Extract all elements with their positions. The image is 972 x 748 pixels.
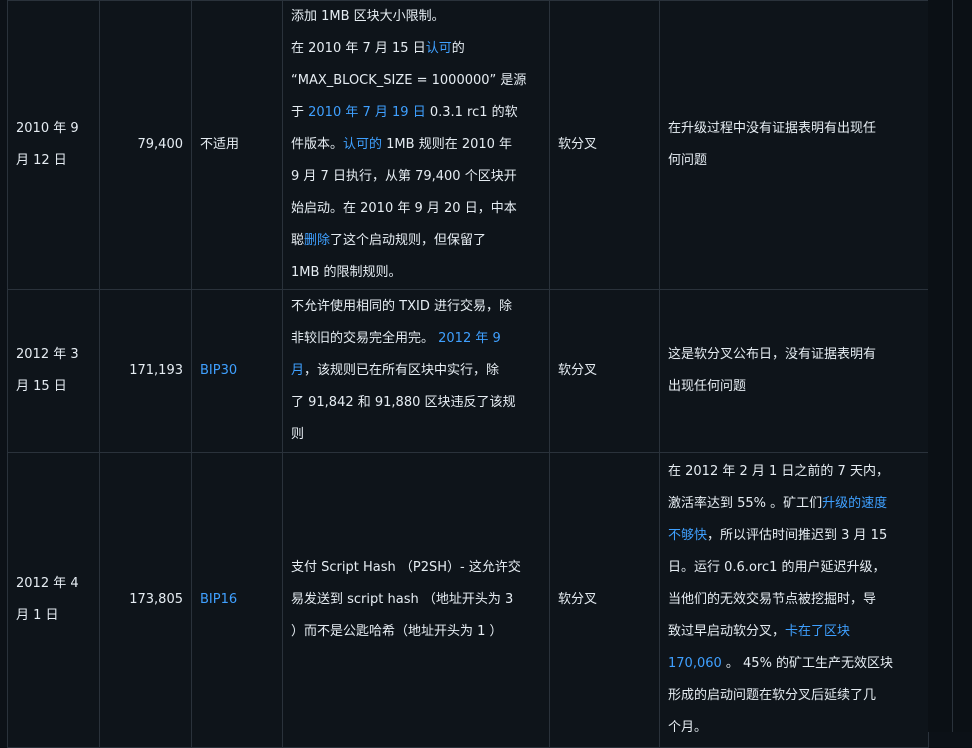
desc-line: 1MB 的限制规则。	[291, 265, 402, 280]
date-line: 2010 年 9	[16, 121, 79, 136]
date-cell: 2010 年 9 月 12 日	[7, 0, 100, 290]
notes-line: 个月。	[668, 720, 708, 735]
notes-line: 不够快，所以评估时间推迟到 3 月 15	[668, 520, 920, 552]
block-height-cell: 171,193	[99, 289, 192, 453]
upgrade-speed-link[interactable]: 升级的速度	[822, 496, 887, 511]
notes-line: 出现任何问题	[668, 379, 747, 394]
notes-line: 致过早启动软分叉，卡在了区块	[668, 616, 920, 648]
date-link[interactable]: 2012 年 9	[438, 331, 501, 346]
description-cell: 添加 1MB 区块大小限制。 在 2010 年 7 月 15 日认可的 “MAX…	[282, 0, 550, 290]
fork-type-cell: 软分叉	[549, 0, 660, 290]
block-height-cell: 79,400	[99, 0, 192, 290]
desc-line: 月，该规则已在所有区块中实行，除	[291, 355, 541, 387]
description-cell: 支付 Script Hash （P2SH）- 这允许交 易发送到 script …	[282, 452, 550, 748]
desc-line: 非较旧的交易完全用完。 2012 年 9	[291, 323, 541, 355]
table-row: 2010 年 9 月 12 日 79,400 不适用 添加 1MB 区块大小限制…	[7, 0, 929, 290]
desc-text: 非较旧的交易完全用完。	[291, 331, 439, 346]
desc-line: 了 91,842 和 91,880 区块违反了该规	[291, 395, 516, 410]
upgrade-speed-link[interactable]: 不够快	[668, 528, 707, 543]
date-line: 2012 年 3	[16, 347, 79, 362]
notes-text: ，所以评估时间推迟到 3 月 15	[707, 528, 888, 543]
block-height-cell: 173,805	[99, 452, 192, 748]
desc-line: “MAX_BLOCK_SIZE = 1000000” 是源	[291, 73, 527, 88]
notes-line: 激活率达到 55% 。矿工们升级的速度	[668, 488, 920, 520]
approved-link[interactable]: 认可	[426, 41, 452, 56]
notes-text: 激活率达到 55% 。矿工们	[668, 496, 823, 511]
desc-text: 在 2010 年 7 月 15 日	[291, 41, 426, 56]
notes-line: 日。运行 0.6.orc1 的用户延迟升级，	[668, 560, 886, 575]
desc-text: 的	[451, 41, 465, 56]
bip30-link[interactable]: BIP30	[200, 363, 237, 378]
notes-line: 170,060 。 45% 的矿工生产无效区块	[668, 648, 920, 680]
notes-line: 何问题	[668, 153, 708, 168]
table-row: 2012 年 4 月 1 日 173,805 BIP16 支付 Script H…	[7, 452, 929, 748]
date-line: 月 12 日	[16, 153, 67, 168]
notes-cell: 在 2012 年 2 月 1 日之前的 7 天内， 激活率达到 55% 。矿工们…	[659, 452, 929, 748]
notes-text: 致过早启动软分叉，	[668, 624, 786, 639]
date-cell: 2012 年 4 月 1 日	[7, 452, 100, 748]
scroll-divider	[952, 0, 953, 732]
date-link[interactable]: 月	[291, 363, 304, 378]
date-line: 月 1 日	[16, 608, 59, 623]
desc-line: 9 月 7 日执行，从第 79,400 个区块开	[291, 169, 517, 184]
desc-line: ）而不是公匙哈希（地址开头为 1 ）	[291, 624, 503, 639]
bip16-link[interactable]: BIP16	[200, 592, 237, 607]
desc-line: 始启动。在 2010 年 9 月 20 日，中本	[291, 201, 517, 216]
bip-cell: BIP16	[191, 452, 283, 748]
notes-line: 形成的启动问题在软分叉后延续了几	[668, 688, 877, 703]
desc-line: 聪删除了这个启动规则，但保留了	[291, 225, 541, 257]
description-cell: 不允许使用相同的 TXID 进行交易，除 非较旧的交易完全用完。 2012 年 …	[282, 289, 550, 453]
desc-line: 添加 1MB 区块大小限制。	[291, 9, 445, 24]
notes-cell: 在升级过程中没有证据表明有出现任 何问题	[659, 0, 929, 290]
desc-line: 易发送到 script hash （地址开头为 3	[291, 592, 514, 607]
desc-text: 了这个启动规则，但保留了	[330, 233, 487, 248]
desc-text: 1MB 规则在 2010 年	[382, 137, 513, 152]
soft-fork-history-table: 2010 年 9 月 12 日 79,400 不适用 添加 1MB 区块大小限制…	[7, 0, 929, 748]
notes-text: 。 45% 的矿工生产无效区块	[721, 656, 894, 671]
fork-type-cell: 软分叉	[549, 452, 660, 748]
desc-text: ，该规则已在所有区块中实行，除	[304, 363, 500, 378]
stuck-block-link[interactable]: 卡在了区块	[785, 624, 850, 639]
stuck-block-link[interactable]: 170,060	[668, 656, 722, 671]
bip-cell: 不适用	[191, 0, 283, 290]
desc-line: 在 2010 年 7 月 15 日认可的	[291, 33, 541, 65]
notes-line: 这是软分叉公布日，没有证据表明有	[668, 347, 877, 362]
notes-line: 在 2012 年 2 月 1 日之前的 7 天内，	[668, 464, 889, 479]
notes-line: 当他们的无效交易节点被挖掘时，导	[668, 592, 877, 607]
right-gutter	[928, 0, 972, 732]
desc-line: 则	[291, 427, 305, 442]
desc-line: 件版本。认可的 1MB 规则在 2010 年	[291, 129, 541, 161]
date-line: 月 15 日	[16, 379, 67, 394]
desc-line: 不允许使用相同的 TXID 进行交易，除	[291, 299, 512, 314]
table-row: 2012 年 3 月 15 日 171,193 BIP30 不允许使用相同的 T…	[7, 289, 929, 453]
date-link[interactable]: 2010 年 7 月 19 日	[308, 105, 426, 120]
date-cell: 2012 年 3 月 15 日	[7, 289, 100, 453]
notes-line: 在升级过程中没有证据表明有出现任	[668, 121, 877, 136]
bip-cell: BIP30	[191, 289, 283, 453]
desc-line: 支付 Script Hash （P2SH）- 这允许交	[291, 560, 521, 575]
desc-text: 0.3.1 rc1 的软	[425, 105, 518, 120]
notes-cell: 这是软分叉公布日，没有证据表明有 出现任何问题	[659, 289, 929, 453]
approved-rule-link[interactable]: 认可的	[343, 137, 382, 152]
fork-type-cell: 软分叉	[549, 289, 660, 453]
removed-link[interactable]: 删除	[304, 233, 330, 248]
desc-text: 聪	[291, 233, 305, 248]
date-line: 2012 年 4	[16, 576, 79, 591]
desc-line: 于 2010 年 7 月 19 日 0.3.1 rc1 的软	[291, 97, 541, 129]
page: 2010 年 9 月 12 日 79,400 不适用 添加 1MB 区块大小限制…	[0, 0, 972, 748]
desc-text: 于	[291, 105, 309, 120]
desc-text: 件版本。	[291, 137, 344, 152]
